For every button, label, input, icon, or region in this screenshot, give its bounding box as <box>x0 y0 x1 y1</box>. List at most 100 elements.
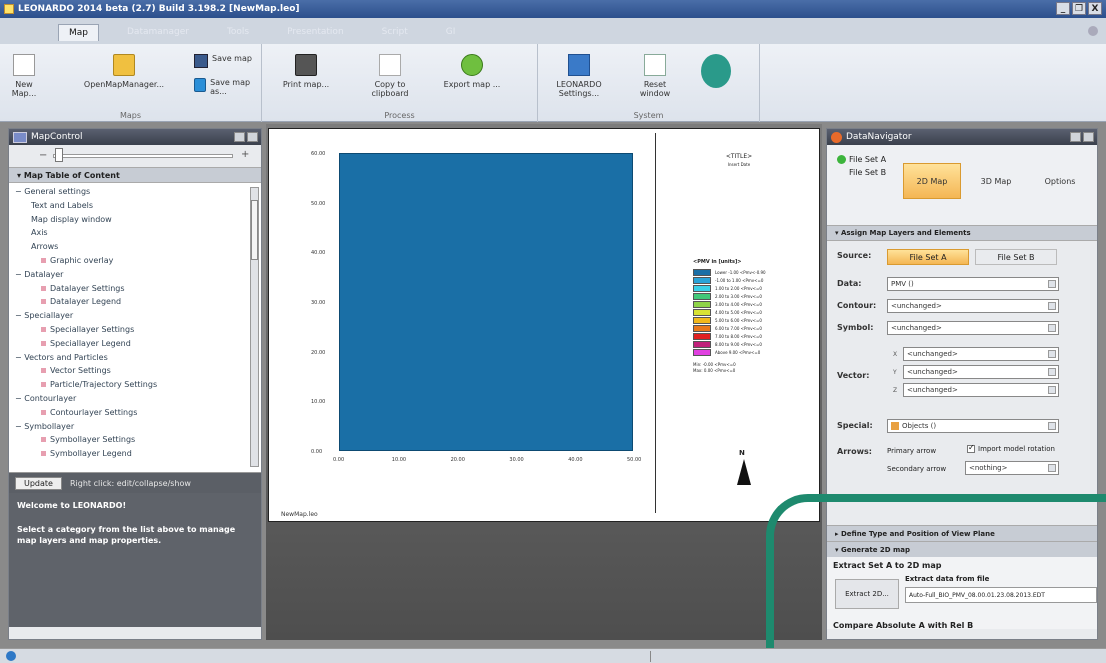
tab-options[interactable]: Options <box>1031 163 1089 199</box>
toc-item[interactable]: − Contourlayer <box>15 394 76 403</box>
toc-item[interactable]: Speciallayer Settings <box>41 325 134 334</box>
info-icon[interactable] <box>6 651 16 661</box>
toc-item[interactable]: Speciallayer Legend <box>41 339 131 348</box>
copy-clipboard-button[interactable]: Copy to clipboard <box>366 54 414 98</box>
toc-item[interactable]: − General settings <box>15 187 90 196</box>
north-arrow-icon <box>737 459 751 485</box>
save-map-button[interactable]: Save map <box>194 54 260 68</box>
secondary-arrow-select[interactable]: <nothing> <box>965 461 1059 475</box>
toc-item[interactable]: Datalayer Settings <box>41 284 125 293</box>
pin-button[interactable] <box>1070 132 1081 142</box>
toc-item[interactable]: Symbollayer Settings <box>41 435 135 444</box>
x-tick-label: 20.00 <box>450 457 465 463</box>
tab-tools[interactable]: Tools <box>217 24 259 41</box>
contour-select[interactable]: <unchanged> <box>887 299 1059 313</box>
zoom-slider[interactable]: − + <box>9 145 261 167</box>
toc-item[interactable]: Datalayer Legend <box>41 297 121 306</box>
import-model-rotation-checkbox[interactable]: Import model rotation <box>967 443 1055 453</box>
data-select[interactable]: PMV () <box>887 277 1059 291</box>
ribbon-tabs: Map Datamanager Tools Presentation Scrip… <box>0 18 1106 44</box>
zoom-in-icon[interactable]: + <box>241 149 249 160</box>
collapse-icon[interactable]: − <box>15 422 24 431</box>
source-file-set-b[interactable]: File Set B <box>975 249 1057 265</box>
collapse-icon[interactable]: − <box>15 311 24 320</box>
dropdown-arrow-icon <box>1048 422 1056 430</box>
tree-scrollbar[interactable] <box>250 187 259 467</box>
tab-presentation[interactable]: Presentation <box>277 24 354 41</box>
open-map-manager-button[interactable]: OpenMapManager... <box>84 54 164 89</box>
maximize-button[interactable]: ❐ <box>1072 2 1086 15</box>
toc-item[interactable]: − Vectors and Particles <box>15 353 108 362</box>
human-figure-icon <box>701 54 731 88</box>
tab-3d-map[interactable]: 3D Map <box>967 163 1025 199</box>
toc-item[interactable]: Arrows <box>31 242 58 251</box>
symbol-select[interactable]: <unchanged> <box>887 321 1059 335</box>
map-control-title: MapControl <box>31 132 83 142</box>
toc-item[interactable]: Symbollayer Legend <box>41 449 132 458</box>
toc-item[interactable]: − Symbollayer <box>15 422 74 431</box>
toc-item[interactable]: Map display window <box>31 215 112 224</box>
legend-swatch <box>693 292 711 300</box>
collapse-icon[interactable]: − <box>15 187 24 196</box>
save-map-as-button[interactable]: Save map as... <box>194 78 260 96</box>
leonardo-settings-button[interactable]: LEONARDO Settings... <box>552 54 606 98</box>
legend-entry: -1.00 to 1.00 <Pmv<=0 <box>693 276 766 284</box>
vector-y-select[interactable]: <unchanged> <box>903 365 1059 379</box>
printer-icon <box>295 54 317 76</box>
new-map-button[interactable]: New Map... <box>4 54 44 98</box>
toc-item[interactable]: Graphic overlay <box>41 256 113 265</box>
contour-label: Contour: <box>837 301 877 310</box>
file-set-selector[interactable]: File Set A File Set B <box>837 153 886 179</box>
human-figure-button[interactable] <box>698 54 734 92</box>
vector-z-select[interactable]: <unchanged> <box>903 383 1059 397</box>
legend-label: 1.00 to 2.00 <Pmv<=0 <box>715 285 762 291</box>
zoom-out-icon[interactable]: − <box>39 150 47 161</box>
reset-window-button[interactable]: Reset window <box>628 54 682 98</box>
help-icon[interactable] <box>1088 26 1098 36</box>
slider-thumb[interactable] <box>55 148 63 162</box>
tab-2d-map[interactable]: 2D Map <box>903 163 961 199</box>
clipboard-icon <box>379 54 401 76</box>
vector-x-select[interactable]: <unchanged> <box>903 347 1059 361</box>
export-map-button[interactable]: Export map ... <box>442 54 502 89</box>
tab-script[interactable]: Script <box>372 24 418 41</box>
app-icon <box>4 4 14 14</box>
objects-icon <box>891 422 899 430</box>
scroll-thumb[interactable] <box>251 200 258 260</box>
map-plot-area[interactable] <box>339 153 633 451</box>
collapse-icon[interactable]: − <box>15 353 24 362</box>
north-label: N <box>739 449 745 457</box>
panel-close-button[interactable] <box>247 132 258 142</box>
toc-header[interactable]: ▾ Map Table of Content <box>9 167 261 183</box>
collapse-icon[interactable]: − <box>15 270 24 279</box>
tab-map[interactable]: Map <box>58 24 99 41</box>
source-file-set-a[interactable]: File Set A <box>887 249 969 265</box>
toc-item[interactable]: − Datalayer <box>15 270 63 279</box>
panel-close-button[interactable] <box>1083 132 1094 142</box>
check-icon <box>837 155 846 164</box>
minimize-button[interactable]: _ <box>1056 2 1070 15</box>
close-button[interactable]: X <box>1088 2 1102 15</box>
toc-item[interactable]: − Speciallayer <box>15 311 73 320</box>
special-label: Special: <box>837 421 873 430</box>
toc-item[interactable]: Vector Settings <box>41 366 111 375</box>
pin-button[interactable] <box>234 132 245 142</box>
collapse-icon[interactable]: − <box>15 394 24 403</box>
map-paper[interactable]: 60.00 50.00 40.00 30.00 20.00 10.00 0.00 0.00 1… <box>268 128 820 522</box>
legend-label: -1.00 to 1.00 <Pmv<=0 <box>715 277 764 283</box>
tab-datamanager[interactable]: Datamanager <box>117 24 199 41</box>
folder-icon <box>113 54 135 76</box>
update-button[interactable]: Update <box>15 476 62 490</box>
tab-gi[interactable]: GI <box>436 24 466 41</box>
assign-section-header[interactable]: ▾ Assign Map Layers and Elements <box>827 225 1097 241</box>
secondary-arrow-label: Secondary arrow <box>887 465 947 473</box>
navigator-tabs: File Set A File Set B 2D Map 3D Map Opti… <box>827 145 1097 225</box>
legend-swatch <box>693 348 711 356</box>
legend-swatch <box>693 316 711 324</box>
toc-item[interactable]: Axis <box>31 228 48 237</box>
print-map-button[interactable]: Print map... <box>282 54 330 89</box>
special-select[interactable]: Objects () <box>887 419 1059 433</box>
toc-item[interactable]: Contourlayer Settings <box>41 408 137 417</box>
toc-item[interactable]: Text and Labels <box>31 201 93 210</box>
toc-item[interactable]: Particle/Trajectory Settings <box>41 380 157 389</box>
